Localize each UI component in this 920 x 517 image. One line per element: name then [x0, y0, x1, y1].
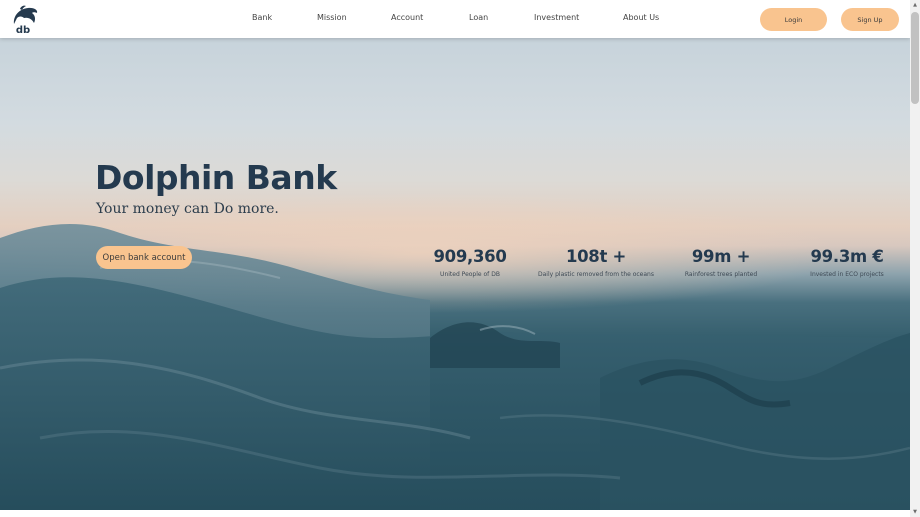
scroll-down-icon[interactable]: ▼ — [910, 507, 920, 517]
stat-label: Invested in ECO projects — [810, 271, 884, 278]
stat-label: Daily plastic removed from the oceans — [538, 271, 654, 278]
scroll-thumb[interactable] — [911, 12, 919, 104]
next-section — [0, 510, 910, 517]
page: db Bank Mission Account Loan Investment … — [0, 0, 910, 517]
scrollbar[interactable]: ▲ ▼ — [910, 0, 920, 517]
stat-eco-invested: 99.3m € Invested in ECO projects — [802, 247, 892, 278]
stat-united-people: 909,360 United People of DB — [420, 247, 520, 278]
hero-title: Dolphin Bank — [95, 158, 337, 197]
stat-trees-planted: 99m + Rainforest trees planted — [676, 247, 766, 278]
stat-value: 99.3m € — [810, 247, 884, 266]
signup-button[interactable]: Sign Up — [841, 8, 899, 31]
stat-value: 99m + — [691, 247, 751, 266]
login-button[interactable]: Login — [760, 8, 827, 31]
nav-link-account[interactable]: Account — [391, 13, 423, 22]
nav-link-bank[interactable]: Bank — [252, 13, 272, 22]
nav-link-investment[interactable]: Investment — [534, 13, 579, 22]
stat-label: Rainforest trees planted — [684, 271, 758, 278]
stat-label: United People of DB — [440, 271, 500, 278]
navbar: db Bank Mission Account Loan Investment … — [0, 0, 910, 38]
scroll-up-icon[interactable]: ▲ — [910, 0, 920, 10]
nav-link-loan[interactable]: Loan — [469, 13, 488, 22]
nav-link-about-us[interactable]: About Us — [623, 13, 659, 22]
stat-value: 909,360 — [433, 247, 507, 266]
stat-value: 108t + — [565, 247, 627, 266]
nav-link-mission[interactable]: Mission — [317, 13, 347, 22]
open-account-button[interactable]: Open bank account — [96, 246, 192, 269]
hero-tagline: Your money can Do more. — [96, 201, 279, 217]
stat-plastic-removed: 108t + Daily plastic removed from the oc… — [531, 247, 661, 278]
